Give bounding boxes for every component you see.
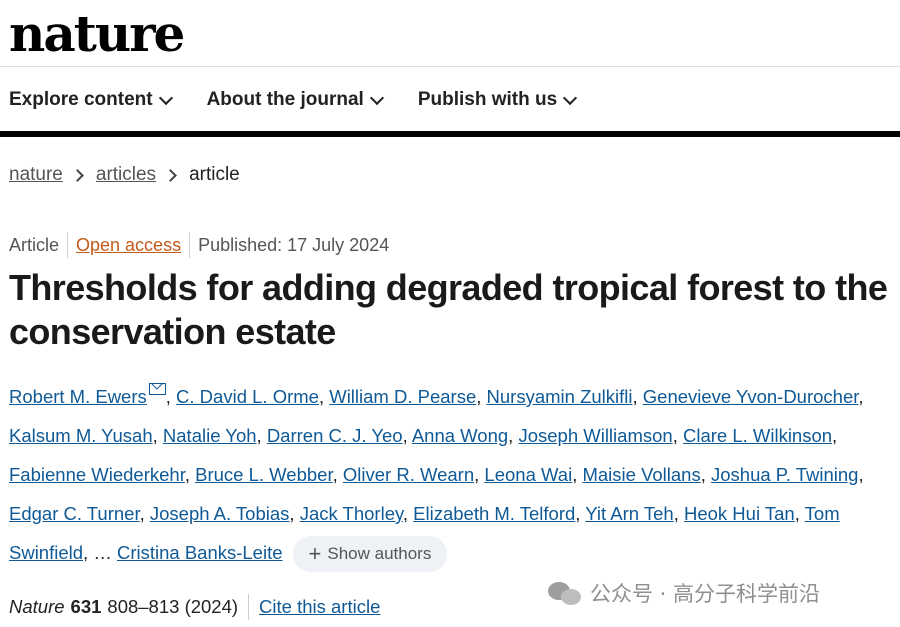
author-link[interactable]: William D. Pearse	[329, 386, 476, 407]
nav-item-label: Explore content	[9, 89, 153, 110]
journal-volume: 631	[70, 596, 102, 617]
nav-publish-with-us[interactable]: Publish with us	[417, 86, 578, 114]
chevron-right-icon	[71, 168, 84, 182]
show-authors-button[interactable]: + Show authors	[292, 536, 448, 573]
author-link[interactable]: Fabienne Wiederkehr	[9, 464, 185, 485]
author-link[interactable]: Yit Arn Teh	[585, 503, 673, 524]
breadcrumb: nature articles article	[9, 164, 240, 186]
citation-line: Nature 631 808–813 (2024) Cite this arti…	[9, 594, 380, 620]
header-divider	[0, 66, 900, 67]
journal-name: Nature	[9, 596, 65, 617]
cite-this-article-link[interactable]: Cite this article	[259, 596, 380, 618]
nature-logo[interactable]: nature	[9, 6, 185, 62]
citation-divider	[248, 594, 250, 620]
author-link[interactable]: Robert M. Ewers	[9, 386, 147, 407]
nav-explore-content[interactable]: Explore content	[9, 86, 173, 114]
chevron-down-icon	[563, 90, 578, 105]
breadcrumb-current: article	[189, 164, 240, 185]
author-link[interactable]: Edgar C. Turner	[9, 503, 140, 524]
author-link[interactable]: Darren C. J. Yeo	[267, 425, 403, 446]
article-type: Article	[9, 234, 60, 255]
author-link[interactable]: Natalie Yoh	[163, 425, 257, 446]
article-meta: Article Open access Published: 17 July 2…	[9, 232, 389, 258]
main-nav: Explore content About the journal Publis…	[9, 86, 578, 114]
author-link[interactable]: Nursyamin Zulkifli	[487, 386, 633, 407]
author-link[interactable]: Jack Thorley	[300, 503, 403, 524]
watermark-text: 公众号 · 高分子科学前沿	[590, 582, 821, 606]
chevron-down-icon	[158, 90, 173, 105]
article-title: Thresholds for adding degraded tropical …	[9, 267, 888, 352]
watermark: 公众号 · 高分子科学前沿	[548, 578, 820, 608]
published-date: Published: 17 July 2024	[198, 234, 390, 255]
nav-item-label: About the journal	[206, 89, 364, 110]
plus-icon: +	[308, 541, 322, 567]
author-link[interactable]: Clare L. Wilkinson	[683, 425, 832, 446]
author-ellipsis: …	[93, 542, 112, 563]
nav-item-label: Publish with us	[417, 89, 558, 110]
meta-divider	[189, 232, 191, 258]
author-list: Robert M. Ewers, C. David L. Orme, Willi…	[9, 377, 894, 573]
author-link[interactable]: Anna Wong	[412, 425, 508, 446]
author-link[interactable]: Bruce L. Webber	[195, 464, 332, 485]
author-link[interactable]: Maisie Vollans	[582, 464, 700, 485]
nav-divider	[0, 131, 900, 137]
meta-divider	[67, 232, 69, 258]
author-link[interactable]: Oliver R. Wearn	[343, 464, 474, 485]
open-access-link[interactable]: Open access	[76, 235, 181, 256]
author-link[interactable]: Leona Wai	[484, 464, 572, 485]
author-link[interactable]: Joshua P. Twining	[711, 464, 858, 485]
wechat-icon	[548, 580, 582, 606]
author-link[interactable]: Genevieve Yvon-Durocher	[643, 386, 859, 407]
author-link[interactable]: Elizabeth M. Telford	[413, 503, 575, 524]
author-link[interactable]: Kalsum M. Yusah	[9, 425, 153, 446]
nav-about-the-journal[interactable]: About the journal	[206, 86, 384, 114]
chevron-down-icon	[369, 90, 384, 105]
author-link[interactable]: Joseph Williamson	[518, 425, 672, 446]
breadcrumb-link-articles[interactable]: articles	[96, 164, 156, 186]
show-authors-label: Show authors	[327, 544, 432, 564]
author-link[interactable]: Cristina Banks-Leite	[117, 542, 283, 563]
breadcrumb-link-nature[interactable]: nature	[9, 164, 63, 186]
chevron-right-icon	[164, 168, 177, 182]
author-link[interactable]: C. David L. Orme	[176, 386, 319, 407]
journal-pages: 808–813 (2024)	[107, 596, 239, 617]
author-link[interactable]: Joseph A. Tobias	[150, 503, 290, 524]
mail-icon[interactable]	[148, 383, 166, 395]
author-link[interactable]: Heok Hui Tan	[684, 503, 795, 524]
